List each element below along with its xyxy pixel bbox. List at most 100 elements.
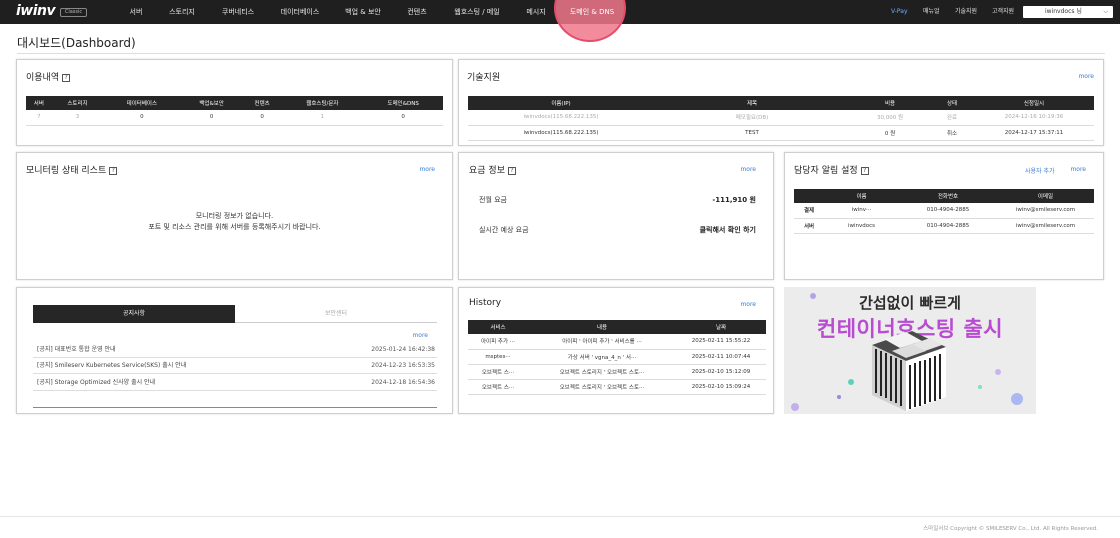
- tech-title: 기술지원: [467, 73, 501, 83]
- alarm-table: 이름 전화번호 이메일 결제 iwinv··· 010-4904-2885 iw…: [794, 189, 1094, 234]
- tech-cell: 2024-12-17 15:37:11: [974, 125, 1094, 141]
- realtime-label: 실시간 예상 요금: [479, 226, 529, 234]
- nav-contents[interactable]: 컨텐츠: [402, 0, 432, 24]
- history-title: History: [469, 298, 502, 308]
- nav-domain-dns[interactable]: 도메인 & DNS: [564, 0, 620, 24]
- notice-panel: 공지사항 보안센터 more [공지] 대표번호 통합 운영 안내 2025-0…: [16, 287, 453, 414]
- help-icon[interactable]: ?: [109, 167, 118, 175]
- more-link[interactable]: more: [740, 301, 756, 308]
- more-link[interactable]: more: [419, 166, 435, 173]
- empty-message-line: 포트 및 리소스 관리를 위해 서버를 등록해주시기 바랍니다.: [148, 223, 321, 231]
- user-menu-select[interactable]: iwinvdocs 님 ⌵: [1023, 6, 1113, 18]
- nav-server[interactable]: 서버: [118, 0, 154, 24]
- list-item[interactable]: [공지] 대표번호 통합 운영 안내 2025-01-24 16:42:38: [33, 342, 437, 358]
- nav-webhosting-mail[interactable]: 웹호스팅 / 메일: [448, 0, 506, 24]
- table-row[interactable]: msptes··· 가상 서버 ' vgna_4_n ' 서··· 2025-0…: [468, 349, 766, 365]
- column-header: 도메인&DNS: [363, 96, 443, 110]
- alarm-type: 서버: [794, 218, 824, 234]
- table-row[interactable]: 아이피 추가 ··· 아이피 ' 아이피 추가 ' 서비스를 ··· 2025-…: [468, 334, 766, 350]
- tech-support-link[interactable]: 기술지원: [955, 0, 977, 24]
- tech-cell: iwinvdocs(115.68.222.135): [468, 125, 654, 141]
- notice-tabs: 공지사항 보안센터: [33, 305, 437, 323]
- realtime-check-link[interactable]: 클릭해서 확인 하기: [700, 225, 756, 235]
- usage-count[interactable]: 3: [51, 110, 104, 126]
- history-cell: 아이피 추가 ···: [468, 334, 528, 350]
- usage-count[interactable]: 7: [26, 110, 52, 126]
- manual-link[interactable]: 매뉴얼: [923, 0, 940, 24]
- alarm-type: 결제: [794, 203, 824, 219]
- fee-title-text: 요금 정보: [469, 166, 505, 176]
- notice-date: 2024-12-18 16:54:36: [371, 379, 435, 386]
- history-cell: 2025-02-11 10:07:44: [676, 349, 766, 365]
- column-header: 이메일: [997, 189, 1094, 203]
- tech-table: 이름(IP) 제목 비용 상태 신청일시 iwinvdocs(115.68.22…: [468, 96, 1094, 141]
- tab-notice[interactable]: 공지사항: [33, 305, 235, 323]
- column-header: 비용: [850, 96, 930, 110]
- tab-security-center[interactable]: 보안센터: [235, 305, 437, 323]
- column-header: 스토리지: [51, 96, 104, 110]
- alarm-cell: iwinv···: [824, 203, 899, 219]
- history-cell: 오브젝트 스토리지 ' 오브젝트 스토···: [528, 379, 676, 395]
- history-cell: 아이피 ' 아이피 추가 ' 서비스를 ···: [528, 334, 676, 350]
- tech-cell: 0 원: [850, 125, 930, 141]
- usage-title-text: 이용내역: [26, 73, 60, 83]
- column-header: 컨텐츠: [242, 96, 282, 110]
- history-cell: 2025-02-10 15:09:24: [676, 379, 766, 395]
- table-row[interactable]: 결제 iwinv··· 010-4904-2885 iwinv@smileser…: [794, 203, 1094, 219]
- alarm-cell: 010-4904-2885: [899, 218, 997, 234]
- vpay-link[interactable]: V-Pay: [891, 0, 908, 24]
- nav-database[interactable]: 데이터베이스: [276, 0, 324, 24]
- usage-count[interactable]: 1: [281, 110, 364, 126]
- history-cell: msptes···: [468, 349, 528, 365]
- table-row[interactable]: 오브젝트 스··· 오브젝트 스토리지 ' 오브젝트 스토··· 2025-02…: [468, 379, 766, 395]
- alarm-cell: iwinv@smileserv.com: [997, 203, 1094, 219]
- nav-kubernetes[interactable]: 쿠버네티스: [216, 0, 260, 24]
- list-bottom-divider: [33, 407, 437, 408]
- customer-support-link[interactable]: 고객지원: [992, 0, 1014, 24]
- table-row[interactable]: 오브젝트 스··· 오브젝트 스토리지 ' 오브젝트 스토··· 2025-02…: [468, 364, 766, 380]
- footer-divider: [0, 516, 1120, 517]
- more-link[interactable]: more: [740, 166, 756, 173]
- logo[interactable]: iwinv: [16, 3, 56, 19]
- help-icon[interactable]: ?: [507, 167, 516, 175]
- tech-cell: 30,000 원: [850, 110, 930, 126]
- column-header: 웹호스팅/문자: [281, 96, 364, 110]
- usage-count: 0: [180, 110, 243, 126]
- table-row[interactable]: iwinvdocs(115.68.222.135) TEST 0 원 취소 20…: [468, 125, 1094, 141]
- column-header: 데이터베이스: [103, 96, 181, 110]
- user-name: iwinvdocs 님: [1045, 8, 1082, 15]
- more-link[interactable]: more: [1070, 166, 1086, 173]
- table-row[interactable]: iwinvdocs(115.68.222.135) 메모필요(DB) 30,00…: [468, 110, 1094, 126]
- monitoring-title-text: 모니터링 상태 리스트: [26, 166, 107, 176]
- last-month-label: 전월 요금: [479, 196, 507, 204]
- list-item[interactable]: [공지] Storage Optimized 신사양 출시 안내 2024-12…: [33, 375, 437, 391]
- nav-message[interactable]: 메시지: [522, 0, 550, 24]
- usage-count: 0: [242, 110, 282, 126]
- history-cell: 오브젝트 스···: [468, 364, 528, 380]
- notice-date: 2024-12-23 16:53:35: [371, 362, 435, 369]
- help-icon[interactable]: ?: [62, 74, 71, 82]
- notice-date: 2025-01-24 16:42:38: [371, 346, 435, 353]
- more-link[interactable]: more: [412, 332, 428, 339]
- usage-panel: 이용내역? 서버 스토리지 데이터베이스 백업&보안 컨텐츠 웹호스팅/문자 도…: [16, 59, 453, 146]
- nav-backup-security[interactable]: 백업 & 보안: [340, 0, 386, 24]
- alarm-panel: 담당자 알림 설정? 사용자 추가 more 이름 전화번호 이메일 결제 iw…: [784, 152, 1104, 280]
- history-panel: History more 서비스 내용 날짜 아이피 추가 ··· 아이피 ' …: [458, 287, 774, 414]
- column-header: 제목: [654, 96, 850, 110]
- list-item[interactable]: [공지] Smileserv Kubernetes Service(SKS) 출…: [33, 358, 437, 374]
- column-header: [794, 189, 824, 203]
- table-row[interactable]: 서버 iwinvdocs 010-4904-2885 iwinv@smilese…: [794, 218, 1094, 234]
- tech-cell: 메모필요(DB): [654, 110, 850, 126]
- container-hosting-banner[interactable]: 간섭없이 빠르게 컨테이너호스팅 출시: [784, 287, 1036, 414]
- table-header-row: 이름 전화번호 이메일: [794, 189, 1094, 203]
- add-user-button[interactable]: 사용자 추가: [1025, 166, 1055, 175]
- more-link[interactable]: more: [1078, 73, 1094, 80]
- history-cell: 오브젝트 스···: [468, 379, 528, 395]
- top-navigation-bar: iwinv Classic 서버 스토리지 쿠버네티스 데이터베이스 백업 & …: [0, 0, 1120, 42]
- column-header: 이름: [824, 189, 899, 203]
- nav-storage[interactable]: 스토리지: [163, 0, 201, 24]
- table-row: 7 3 0 0 0 1 0: [26, 110, 443, 126]
- help-icon[interactable]: ?: [860, 167, 869, 175]
- alarm-cell: 010-4904-2885: [899, 203, 997, 219]
- column-header: 서버: [26, 96, 52, 110]
